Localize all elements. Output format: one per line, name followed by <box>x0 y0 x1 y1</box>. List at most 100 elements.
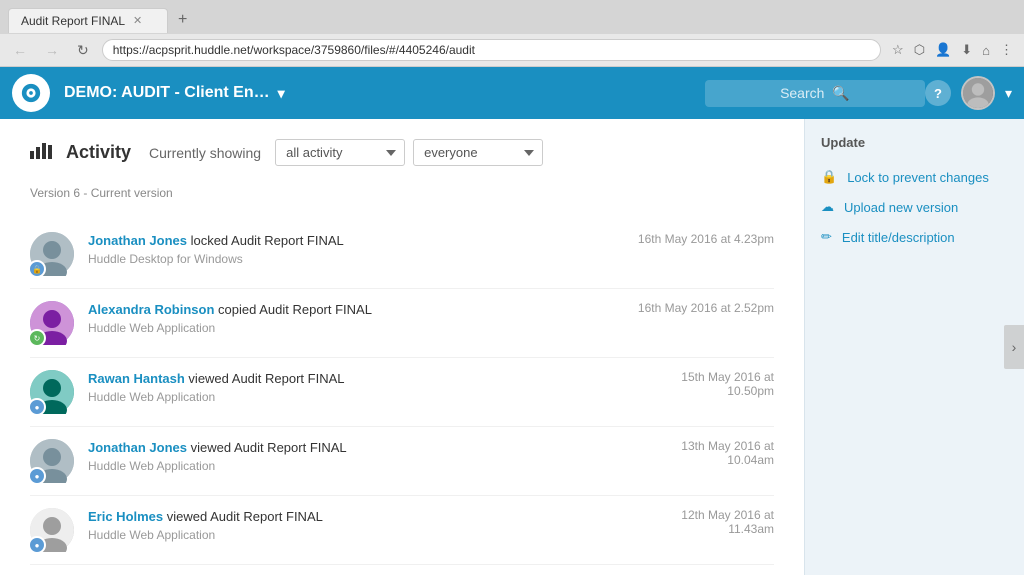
avatar-container: ● <box>30 370 74 414</box>
user-avatar[interactable] <box>961 76 995 110</box>
tab-close-button[interactable]: ✕ <box>133 14 142 27</box>
activity-user[interactable]: Alexandra Robinson <box>88 302 214 317</box>
sidebar-item-icon: 🔒 <box>821 169 837 185</box>
browser-toolbar-icons: ☆ ⬡ 👤 ⬇ ⌂ ⋮ <box>889 40 1016 60</box>
sidebar-item-label: Edit title/description <box>842 230 955 245</box>
sidebar-item-1[interactable]: ☁ Upload new version <box>821 192 1008 222</box>
activity-badge: ↻ <box>28 329 46 347</box>
activity-text: Alexandra Robinson copied Audit Report F… <box>88 301 620 319</box>
home-icon[interactable]: ⌂ <box>979 41 993 60</box>
activity-item: ● Rawan Hantash viewed Audit Report FINA… <box>30 358 774 427</box>
forward-button[interactable]: → <box>40 40 64 60</box>
refresh-button[interactable]: ↻ <box>72 40 94 61</box>
header-right: ? ▾ <box>925 76 1012 110</box>
address-input[interactable] <box>102 39 881 61</box>
app-title: DEMO: AUDIT - Client En… ▾ <box>64 84 705 102</box>
sidebar: Update 🔒 Lock to prevent changes ☁ Uploa… <box>804 119 1024 575</box>
currently-showing-label: Currently showing <box>149 145 261 161</box>
app-header: DEMO: AUDIT - Client En… ▾ Search 🔍 ? ▾ <box>0 67 1024 119</box>
avatar-container: ↻ <box>30 301 74 345</box>
activity-source: Huddle Web Application <box>88 459 620 473</box>
sidebar-item-2[interactable]: ✏ Edit title/description <box>821 222 1008 252</box>
new-tab-button[interactable]: + <box>168 6 197 34</box>
activity-badge: ● <box>28 398 46 416</box>
activity-source: Huddle Desktop for Windows <box>88 252 620 266</box>
download-icon[interactable]: ⬇ <box>958 40 975 60</box>
activity-action: viewed Audit Report FINAL <box>163 509 323 524</box>
sidebar-section-title: Update <box>821 135 1008 150</box>
tab-title: Audit Report FINAL <box>21 14 125 28</box>
browser-tab[interactable]: Audit Report FINAL ✕ <box>8 8 168 33</box>
activity-item: ● Eric Holmes viewed Audit Report FINAL … <box>30 496 774 565</box>
avatar-container: ● <box>30 508 74 552</box>
activity-content: Eric Holmes viewed Audit Report FINAL Hu… <box>88 508 620 542</box>
activity-header: Activity Currently showing all activity … <box>30 139 774 166</box>
search-icon: 🔍 <box>832 85 849 102</box>
avatar-container: 🔒 <box>30 232 74 276</box>
app-search[interactable]: Search 🔍 <box>705 80 925 107</box>
sidebar-item-label: Lock to prevent changes <box>847 170 989 185</box>
avatar-container: ● <box>30 439 74 483</box>
activity-item: 🔒 Jonathan Jones locked Audit Report FIN… <box>30 220 774 289</box>
version-header: Version 6 - Current version <box>30 186 774 206</box>
activity-filter: all activity everyone <box>275 139 543 166</box>
activity-content: Jonathan Jones locked Audit Report FINAL… <box>88 232 620 266</box>
activity-time: 15th May 2016 at10.50pm <box>634 370 774 398</box>
header-chevron[interactable]: ▾ <box>1005 85 1012 102</box>
main-layout: Activity Currently showing all activity … <box>0 119 1024 575</box>
sidebar-item-icon: ☁ <box>821 199 834 215</box>
activity-item: ↑ Eric Holmes unlocked Audit Report FINA… <box>30 565 774 575</box>
search-placeholder: Search <box>780 85 824 101</box>
activity-action: copied Audit Report FINAL <box>214 302 372 317</box>
activity-action: viewed Audit Report FINAL <box>187 440 347 455</box>
app-title-text: DEMO: AUDIT - Client En… <box>64 84 270 102</box>
help-button[interactable]: ? <box>925 80 951 106</box>
activity-content: Jonathan Jones viewed Audit Report FINAL… <box>88 439 620 473</box>
app-logo[interactable] <box>12 74 50 112</box>
activity-user[interactable]: Eric Holmes <box>88 509 163 524</box>
activity-type-filter[interactable]: all activity <box>275 139 405 166</box>
back-button[interactable]: ← <box>8 40 32 60</box>
extensions-icon[interactable]: ⬡ <box>911 40 928 60</box>
sidebar-item-icon: ✏ <box>821 229 832 245</box>
activity-user[interactable]: Jonathan Jones <box>88 440 187 455</box>
avatar-image <box>963 78 993 108</box>
activity-badge: ● <box>28 467 46 485</box>
sidebar-item-label: Upload new version <box>844 200 958 215</box>
main-wrapper: Activity Currently showing all activity … <box>0 119 1024 575</box>
app-title-chevron[interactable]: ▾ <box>278 85 285 102</box>
activity-content: Rawan Hantash viewed Audit Report FINAL … <box>88 370 620 404</box>
browser-address-bar: ← → ↻ ☆ ⬡ 👤 ⬇ ⌂ ⋮ <box>0 34 1024 66</box>
content-area: Activity Currently showing all activity … <box>0 119 804 575</box>
bookmark-icon[interactable]: ☆ <box>889 40 907 60</box>
activity-user[interactable]: Rawan Hantash <box>88 371 185 386</box>
activity-content: Alexandra Robinson copied Audit Report F… <box>88 301 620 335</box>
activity-text: Eric Holmes viewed Audit Report FINAL <box>88 508 620 526</box>
browser-chrome: Audit Report FINAL ✕ + ← → ↻ ☆ ⬡ 👤 ⬇ ⌂ ⋮ <box>0 0 1024 67</box>
activity-source: Huddle Web Application <box>88 321 620 335</box>
logo-icon <box>20 82 42 104</box>
activity-source: Huddle Web Application <box>88 528 620 542</box>
activity-time: 16th May 2016 at 2.52pm <box>634 301 774 315</box>
activity-icon <box>30 141 52 164</box>
activity-title: Activity <box>66 142 131 163</box>
activity-badge: 🔒 <box>28 260 46 278</box>
activity-time: 13th May 2016 at10.04am <box>634 439 774 467</box>
activity-action: viewed Audit Report FINAL <box>185 371 345 386</box>
activity-text: Jonathan Jones viewed Audit Report FINAL <box>88 439 620 457</box>
activity-item: ● Jonathan Jones viewed Audit Report FIN… <box>30 427 774 496</box>
activity-people-filter[interactable]: everyone <box>413 139 543 166</box>
activity-source: Huddle Web Application <box>88 390 620 404</box>
bar-chart-icon <box>30 141 52 159</box>
scroll-right-arrow[interactable]: › <box>1004 325 1024 369</box>
user-profile-icon[interactable]: 👤 <box>932 40 954 60</box>
activity-action: locked Audit Report FINAL <box>187 233 344 248</box>
activity-text: Rawan Hantash viewed Audit Report FINAL <box>88 370 620 388</box>
sidebar-item-0[interactable]: 🔒 Lock to prevent changes <box>821 162 1008 192</box>
activity-text: Jonathan Jones locked Audit Report FINAL <box>88 232 620 250</box>
activity-list: 🔒 Jonathan Jones locked Audit Report FIN… <box>30 220 774 575</box>
activity-user[interactable]: Jonathan Jones <box>88 233 187 248</box>
activity-time: 12th May 2016 at11.43am <box>634 508 774 536</box>
more-icon[interactable]: ⋮ <box>997 40 1016 60</box>
browser-tab-bar: Audit Report FINAL ✕ + <box>0 0 1024 34</box>
